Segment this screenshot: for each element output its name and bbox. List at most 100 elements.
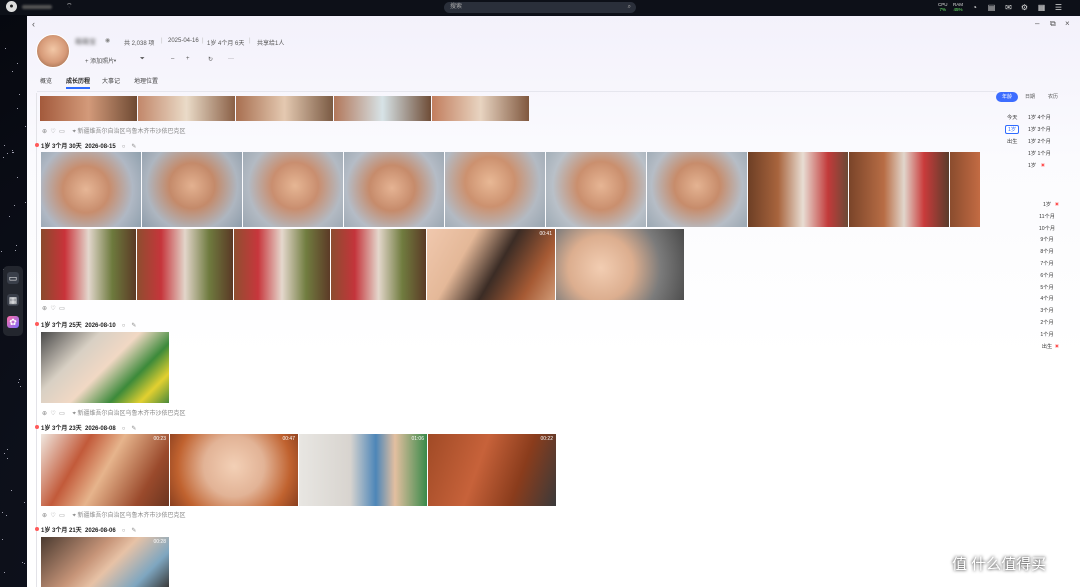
photo-thumbnail[interactable] xyxy=(142,152,242,227)
add-photo-button[interactable]: + 添加照片 xyxy=(85,56,114,66)
photo-thumbnail[interactable] xyxy=(647,152,747,227)
nav-item[interactable]: 1岁 xyxy=(1028,162,1036,169)
user-avatar-icon[interactable]: ● xyxy=(6,1,17,12)
close-button[interactable]: × xyxy=(1065,19,1070,28)
photo-thumbnail[interactable] xyxy=(243,152,343,227)
nav-age-item[interactable]: 11个月 xyxy=(1039,213,1055,220)
photo-thumbnail[interactable] xyxy=(40,96,137,121)
photo-thumbnail[interactable] xyxy=(41,229,136,300)
video-thumbnail[interactable]: 01:06 xyxy=(299,434,427,506)
photo-thumbnail[interactable] xyxy=(748,152,848,227)
nav-item[interactable]: 1岁 3个月 xyxy=(1028,126,1051,133)
nav-age-item[interactable]: 7个月 xyxy=(1040,260,1053,267)
nav-age-item[interactable]: 9个月 xyxy=(1040,236,1053,243)
gauge-icon[interactable]: ◔ xyxy=(970,3,979,12)
nav-age-item[interactable]: 6个月 xyxy=(1040,272,1053,279)
nav-today[interactable]: 今天 xyxy=(1007,114,1017,121)
visibility-icon[interactable]: ◉ xyxy=(105,37,110,44)
minimize-button[interactable]: – xyxy=(1035,19,1039,28)
location-text[interactable]: 新疆维吾尔自治区乌鲁木齐市沙依巴克区 xyxy=(78,129,186,135)
nav-item[interactable]: 1岁 2个月 xyxy=(1028,138,1051,145)
nav-age-item[interactable]: 1个月 xyxy=(1040,331,1053,338)
grid-icon[interactable]: ▦ xyxy=(1037,3,1046,12)
baby-avatar[interactable] xyxy=(36,34,70,68)
nav-age-item[interactable]: 8个月 xyxy=(1040,248,1053,255)
zoom-out-button[interactable]: – xyxy=(171,56,174,66)
filter-button[interactable]: ⏷ xyxy=(140,56,145,66)
menu-icon[interactable]: ☰ xyxy=(1054,3,1063,12)
nav-age-item[interactable]: 出生 xyxy=(1042,343,1052,350)
tab-location[interactable]: 地理位置 xyxy=(134,76,158,85)
like-icon[interactable]: ♡ xyxy=(50,513,55,519)
comment-icon[interactable]: ▭ xyxy=(59,513,65,519)
nav-age-item[interactable]: 1岁 xyxy=(1043,201,1051,208)
photo-thumbnail[interactable] xyxy=(849,152,949,227)
nav-age-item[interactable]: 2个月 xyxy=(1040,319,1053,326)
edit-icon[interactable]: ✎ xyxy=(131,323,136,329)
add-icon[interactable]: ⊕ xyxy=(42,306,47,312)
photo-thumbnail[interactable] xyxy=(344,152,444,227)
ram-indicator[interactable]: RAM 45% xyxy=(953,2,963,12)
nav-age-item[interactable]: 3个月 xyxy=(1040,307,1053,314)
comment-icon[interactable]: ▭ xyxy=(59,411,65,417)
tab-growth[interactable]: 成长历程 xyxy=(66,76,90,85)
segment-age[interactable]: 年龄 xyxy=(996,92,1018,102)
storage-icon[interactable]: ▤ xyxy=(987,3,996,12)
photo-thumbnail[interactable] xyxy=(236,96,333,121)
photo-thumbnail[interactable] xyxy=(234,229,330,300)
location-text[interactable]: 新疆维吾尔自治区乌鲁木齐市沙依巴克区 xyxy=(78,513,186,519)
photo-thumbnail[interactable] xyxy=(546,152,646,227)
select-circle-icon[interactable]: ○ xyxy=(122,144,126,150)
comment-icon[interactable]: ▭ xyxy=(59,306,65,312)
refresh-button[interactable]: ↻ xyxy=(208,56,213,66)
select-circle-icon[interactable]: ○ xyxy=(122,426,126,432)
edit-icon[interactable]: ✎ xyxy=(131,528,136,534)
mail-icon[interactable]: ✉ xyxy=(1004,3,1013,12)
photo-thumbnail[interactable] xyxy=(41,152,141,227)
app-grid-icon[interactable]: ▦ xyxy=(7,294,19,306)
photo-thumbnail[interactable] xyxy=(334,96,431,121)
restore-button[interactable]: ⧉ xyxy=(1050,19,1056,29)
edit-icon[interactable]: ✎ xyxy=(131,144,136,150)
nav-birth[interactable]: 出生 xyxy=(1007,138,1017,145)
photo-thumbnail[interactable] xyxy=(445,152,545,227)
location-text[interactable]: 新疆维吾尔自治区乌鲁木齐市沙依巴克区 xyxy=(78,411,186,417)
tab-milestones[interactable]: 大事记 xyxy=(102,76,120,85)
photo-thumbnail[interactable] xyxy=(556,229,684,300)
nav-year-1[interactable]: 1岁 xyxy=(1005,125,1020,134)
nav-age-item[interactable]: 5个月 xyxy=(1040,284,1053,291)
nav-item[interactable]: 1岁 4个月 xyxy=(1028,114,1051,121)
video-thumbnail[interactable]: 00:22 xyxy=(428,434,556,506)
photo-thumbnail[interactable] xyxy=(331,229,426,300)
search-input[interactable]: 搜索 ⌕ xyxy=(444,2,636,13)
photo-thumbnail[interactable] xyxy=(950,152,980,227)
more-button[interactable]: ··· xyxy=(228,56,234,66)
wifi-icon[interactable]: ⌔ xyxy=(66,2,73,11)
segment-date[interactable]: 日期 xyxy=(1019,92,1041,102)
video-thumbnail[interactable]: 00:28 xyxy=(41,537,169,587)
nav-age-item[interactable]: 4个月 xyxy=(1040,295,1053,302)
add-icon[interactable]: ⊕ xyxy=(42,411,47,417)
video-thumbnail[interactable]: 00:41 xyxy=(427,229,555,300)
tab-overview[interactable]: 概览 xyxy=(40,76,52,85)
like-icon[interactable]: ♡ xyxy=(50,129,55,135)
zoom-in-button[interactable]: + xyxy=(186,56,190,66)
like-icon[interactable]: ♡ xyxy=(50,306,55,312)
add-icon[interactable]: ⊕ xyxy=(42,129,47,135)
select-circle-icon[interactable]: ○ xyxy=(122,323,126,329)
photo-thumbnail[interactable] xyxy=(137,229,233,300)
back-button[interactable]: ‹ xyxy=(32,19,35,29)
like-icon[interactable]: ♡ xyxy=(50,411,55,417)
video-thumbnail[interactable]: 00:23 xyxy=(41,434,169,506)
segment-lunar[interactable]: 农历 xyxy=(1042,92,1064,102)
cpu-indicator[interactable]: CPU 7% xyxy=(938,2,948,12)
photo-thumbnail[interactable] xyxy=(432,96,529,121)
video-thumbnail[interactable]: 00:47 xyxy=(170,434,298,506)
photo-thumbnail[interactable] xyxy=(138,96,235,121)
message-icon[interactable]: ▭ xyxy=(7,272,19,284)
nav-item[interactable]: 1岁 1个月 xyxy=(1028,150,1051,157)
comment-icon[interactable]: ▭ xyxy=(59,129,65,135)
edit-icon[interactable]: ✎ xyxy=(131,426,136,432)
shared-text[interactable]: 共享给1人 xyxy=(257,38,284,47)
add-icon[interactable]: ⊕ xyxy=(42,513,47,519)
